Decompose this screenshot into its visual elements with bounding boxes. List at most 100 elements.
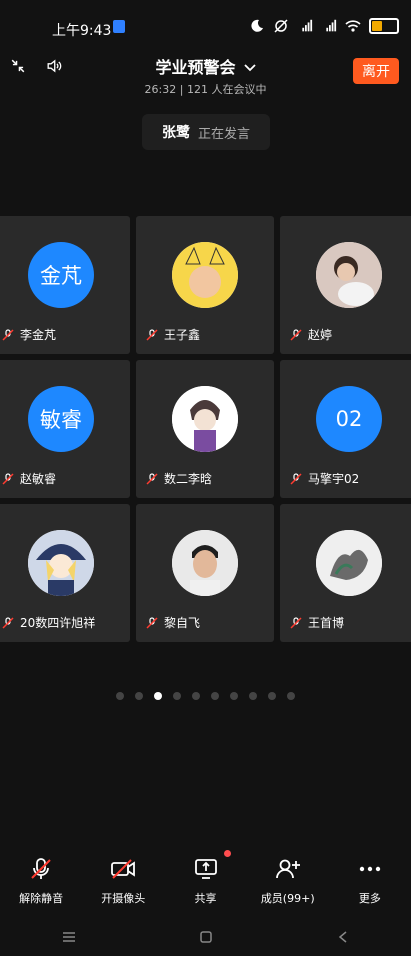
share-button[interactable]: 共享	[164, 850, 246, 920]
menu-icon[interactable]	[59, 927, 79, 947]
mic-off-icon	[146, 328, 158, 341]
status-time: 上午9:43	[52, 23, 112, 39]
meeting-duration: 26:32	[144, 83, 177, 96]
avatar: 02	[316, 386, 382, 453]
mic-off-icon	[2, 328, 14, 341]
participant-tile[interactable]: 金芃 李金芃	[0, 216, 130, 354]
participant-name: 王首博	[308, 616, 345, 630]
alarm-off-icon	[273, 18, 289, 34]
avatar: 金芃	[28, 242, 94, 309]
notification-dot	[223, 850, 231, 857]
page-dot[interactable]	[230, 692, 238, 700]
mic-off-icon	[28, 856, 54, 882]
mic-off-icon	[290, 328, 302, 341]
meeting-title[interactable]: 学业预警会	[155, 54, 256, 78]
page-dot[interactable]	[211, 692, 219, 700]
page-dot[interactable]	[192, 692, 200, 700]
page-dot[interactable]	[135, 692, 143, 700]
chevron-down-icon	[243, 57, 256, 76]
participant-label: 李金芃	[2, 326, 56, 343]
more-dots-icon	[357, 856, 383, 882]
home-icon[interactable]	[196, 927, 216, 947]
participant-label: 赵婷	[290, 326, 332, 343]
camera-label: 开摄像头	[101, 892, 146, 905]
participant-label: 赵敏睿	[2, 470, 56, 487]
participant-tile[interactable]: 黎自飞	[136, 504, 274, 642]
meeting-subtitle: 26:32 | 121 人在会议中	[0, 81, 411, 97]
status-icons	[249, 18, 399, 34]
meeting-header: 学业预警会 26:32 | 121 人在会议中 离开	[0, 46, 411, 96]
mic-off-icon	[146, 616, 158, 629]
participant-name: 黎自飞	[164, 616, 201, 630]
avatar	[316, 242, 382, 309]
members-add-icon	[275, 856, 301, 882]
avatar: 敏睿	[28, 386, 94, 453]
page-dot[interactable]	[173, 692, 181, 700]
page-dot-active[interactable]	[154, 692, 162, 700]
page-dot[interactable]	[287, 692, 295, 700]
share-screen-icon	[193, 856, 219, 882]
avatar	[172, 386, 238, 453]
status-bar: 上午9:43	[0, 0, 411, 40]
participant-name: 王子鑫	[164, 328, 201, 342]
avatar	[28, 530, 94, 597]
participant-label: 黎自飞	[146, 614, 200, 631]
unmute-button[interactable]: 解除静音	[0, 850, 82, 920]
mic-off-icon	[290, 472, 302, 485]
participant-name: 数二李晗	[164, 472, 213, 486]
battery-icon	[369, 18, 399, 34]
mic-off-icon	[146, 472, 158, 485]
participant-tile[interactable]: 赵婷	[280, 216, 411, 354]
speaking-indicator: 张鹭 正在发言	[142, 114, 270, 150]
speaker-status: 正在发言	[197, 126, 250, 142]
mic-off-icon	[2, 472, 14, 485]
meeting-toolbar: 解除静音 开摄像头 共享 成员(99+) 更多	[0, 850, 411, 920]
meeting-title-text: 学业预警会	[155, 58, 236, 77]
participant-tile[interactable]: 敏睿 赵敏睿	[0, 360, 130, 498]
participant-label: 马擎宇02	[290, 470, 359, 487]
notification-icon	[113, 20, 125, 33]
share-label: 共享	[194, 892, 217, 905]
page-dot[interactable]	[268, 692, 276, 700]
unmute-label: 解除静音	[19, 892, 64, 905]
page-indicator	[0, 692, 411, 700]
mic-off-icon	[2, 616, 14, 629]
participant-tile[interactable]: 20数四许旭祥	[0, 504, 130, 642]
avatar	[172, 242, 238, 309]
signal-hd-2-icon	[321, 18, 337, 34]
participant-tile[interactable]: 数二李晗	[136, 360, 274, 498]
participant-name: 赵敏睿	[20, 472, 57, 486]
participant-tile[interactable]: 王首博	[280, 504, 411, 642]
moon-icon	[249, 18, 265, 34]
system-nav-bar	[0, 918, 411, 956]
participant-tile[interactable]: 02 马擎宇02	[280, 360, 411, 498]
leave-button[interactable]: 离开	[353, 58, 399, 84]
members-button[interactable]: 成员(99+)	[247, 850, 329, 920]
more-label: 更多	[358, 892, 381, 905]
members-label: 成员(99+)	[260, 892, 315, 905]
participant-label: 王首博	[290, 614, 344, 631]
signal-hd-icon	[297, 18, 313, 34]
participant-label: 数二李晗	[146, 470, 212, 487]
participant-label: 王子鑫	[146, 326, 200, 343]
more-button[interactable]: 更多	[329, 850, 411, 920]
camera-button[interactable]: 开摄像头	[82, 850, 164, 920]
participant-name: 马擎宇02	[308, 472, 360, 486]
participant-name: 李金芃	[20, 328, 57, 342]
mic-off-icon	[290, 616, 302, 629]
back-icon[interactable]	[333, 927, 353, 947]
participant-label: 20数四许旭祥	[2, 614, 95, 631]
page-dot[interactable]	[116, 692, 124, 700]
speaker-name: 张鹭	[161, 125, 190, 141]
subtitle-separator: |	[179, 83, 184, 96]
participant-grid: 金芃 李金芃 王子鑫 赵婷 敏睿 赵敏睿 数二李晗 02 马擎宇02 20数四许…	[0, 216, 411, 642]
avatar	[172, 530, 238, 597]
participant-name: 20数四许旭祥	[20, 616, 96, 630]
camera-off-icon	[110, 856, 136, 882]
attendee-count: 121 人在会议中	[186, 83, 267, 96]
avatar	[316, 530, 382, 597]
participant-tile[interactable]: 王子鑫	[136, 216, 274, 354]
page-dot[interactable]	[249, 692, 257, 700]
wifi-icon	[345, 18, 361, 34]
participant-name: 赵婷	[308, 328, 333, 342]
